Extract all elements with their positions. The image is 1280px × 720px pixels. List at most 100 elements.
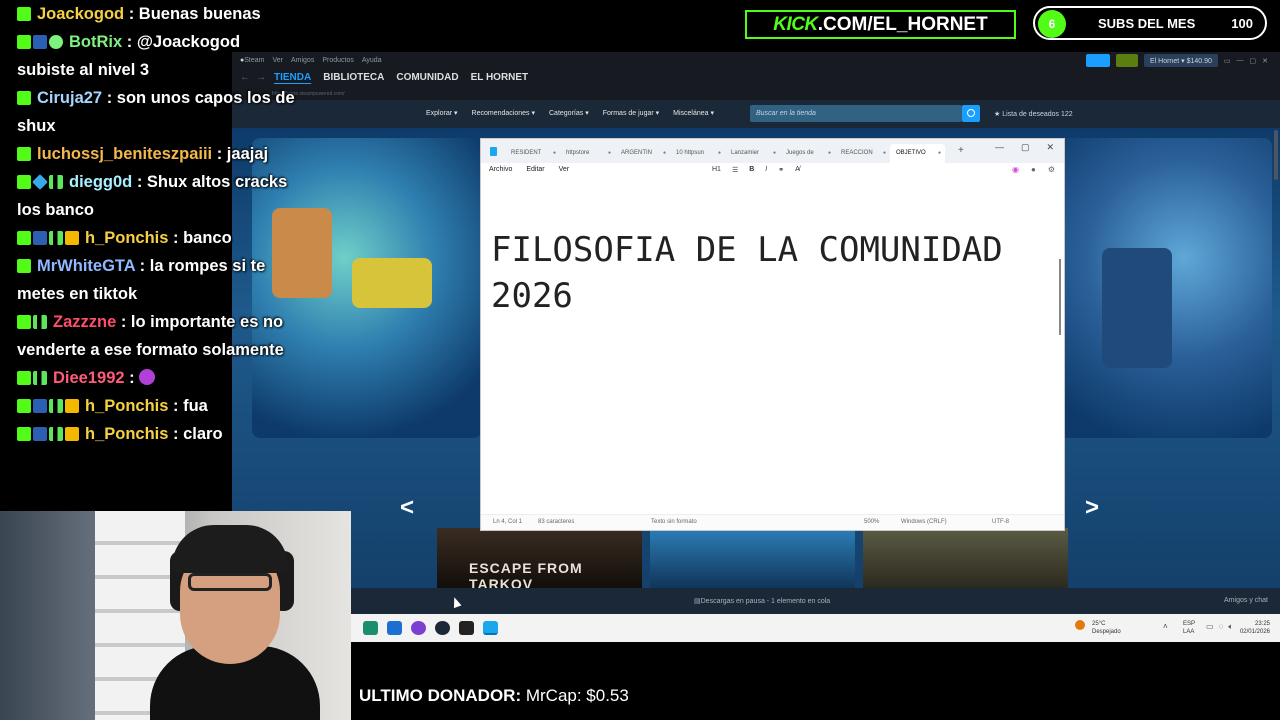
store-menu-explorar[interactable]: Explorar (426, 109, 458, 117)
notification-bell-icon[interactable] (1115, 54, 1138, 67)
network-icon[interactable]: ◌ (1219, 622, 1224, 632)
banner-art-machine (352, 258, 432, 308)
chat-username[interactable]: BotRix (69, 33, 122, 51)
chat-username[interactable]: Zazzzne (53, 313, 116, 331)
chat-username[interactable]: h_Ponchis (85, 397, 168, 415)
chat-badge-crown-icon (65, 231, 79, 245)
minimize-icon[interactable]: — (1237, 57, 1244, 64)
maximize-icon[interactable]: ▢ (1250, 57, 1257, 65)
heading-dropdown[interactable]: H1 (712, 166, 721, 174)
wishlist-link[interactable]: ★ Lista de deseados 122 (994, 110, 1073, 118)
chat-username[interactable]: MrWhiteGTA (37, 257, 135, 275)
language-indicator[interactable]: ESP LAA (1183, 620, 1195, 636)
new-tab-plus-icon[interactable]: + (958, 145, 964, 156)
streamer-glasses (188, 573, 272, 591)
notepad-tab[interactable]: httpstore (560, 144, 615, 163)
chat-badge-kick-icon (17, 147, 31, 161)
discord-icon[interactable] (411, 621, 426, 635)
account-icon[interactable]: ● (1031, 165, 1036, 174)
chat-username[interactable]: h_Ponchis (85, 229, 168, 247)
close-icon[interactable]: ✕ (1046, 142, 1054, 153)
chat-badge-kick-icon (17, 7, 31, 21)
settings-gear-icon[interactable]: ⚙ (1048, 165, 1055, 174)
search-icon[interactable] (962, 105, 980, 122)
chat-username[interactable]: h_Ponchis (85, 425, 168, 443)
close-icon[interactable]: ✕ (1262, 57, 1268, 65)
edge-icon[interactable] (387, 621, 402, 635)
notepad-tab-active[interactable]: OBJETIVO (890, 144, 945, 163)
donor-label: ULTIMO DONADOR: (359, 686, 522, 705)
list-icon[interactable]: ☰ (732, 166, 738, 174)
chat-badge-kick-icon (17, 91, 31, 105)
weather-sun-icon[interactable] (1075, 620, 1085, 630)
friends-chat-button[interactable]: Amigos y chat (1224, 597, 1268, 604)
chat-text: : (124, 369, 140, 387)
chat-username[interactable]: Diee1992 (53, 369, 125, 387)
notepad-taskbar-icon[interactable] (483, 621, 498, 635)
notepad-tab[interactable]: 10 httpsun (670, 144, 725, 163)
menu-editar[interactable]: Editar (526, 166, 544, 173)
notepad-tab[interactable]: REACCION (835, 144, 890, 163)
taskbar-icons (363, 621, 498, 635)
game-tile[interactable] (863, 528, 1068, 588)
steam-user-chip[interactable]: El Hornet ▾ $140.90 (1143, 54, 1218, 67)
maximize-icon[interactable]: ▢ (1021, 142, 1030, 153)
tab-biblioteca[interactable]: BIBLIOTECA (323, 72, 384, 83)
store-search-input[interactable]: Buscar en la tienda (750, 105, 962, 122)
subs-label: SUBS DEL MES (1098, 16, 1196, 31)
notepad-editor[interactable]: FILOSOFIA DE LA COMUNIDAD 2026 (491, 227, 1051, 319)
game-tile[interactable] (650, 528, 855, 588)
chat-message: luchossj_beniteszpaiii : jaajaj (17, 140, 297, 168)
broadcast-icon[interactable] (1085, 54, 1110, 67)
store-menu-recomendaciones[interactable]: Recomendaciones (472, 109, 535, 117)
chat-username[interactable]: diegg0d (69, 173, 132, 191)
italic-icon[interactable]: I (765, 166, 767, 174)
store-menu-categorias[interactable]: Categorías (549, 109, 589, 117)
link-icon[interactable]: ⚭ (778, 166, 784, 174)
steam-tabs: TIENDA BIBLIOTECA COMUNIDAD EL HORNET (274, 72, 528, 83)
chat-username[interactable]: luchossj_beniteszpaiii (37, 145, 212, 163)
chat-message: diegg0d : Shux altos cracks los banco (17, 168, 297, 224)
store-menu-formas-de-jugar[interactable]: Formas de jugar (603, 109, 659, 117)
chat-badge-cube-icon (32, 174, 48, 190)
carousel-next-icon[interactable]: > (1085, 494, 1099, 522)
notepad-scrollbar[interactable] (1059, 259, 1061, 335)
notepad-tab[interactable]: ARGENTIN (615, 144, 670, 163)
tray-chevron-up-icon[interactable]: ˄ (1163, 622, 1168, 631)
game-tile[interactable]: ESCAPE FROM TARKOV (437, 528, 642, 592)
copilot-icon[interactable]: ◉ (1012, 165, 1019, 174)
weather-widget[interactable]: 25°C Despejado (1092, 620, 1121, 636)
bold-icon[interactable]: B (749, 166, 754, 174)
menu-archivo[interactable]: Archivo (489, 166, 512, 173)
status-zoom[interactable]: 500% (864, 519, 879, 525)
store-app-icon[interactable] (363, 621, 378, 635)
display-icon[interactable]: ▭ (1206, 622, 1214, 632)
obs-icon[interactable] (459, 621, 474, 635)
chat-username[interactable]: Joackogod (37, 5, 124, 23)
steam-menu-ayuda[interactable]: Ayuda (362, 57, 382, 64)
volume-icon[interactable]: 🔈︎ (1228, 622, 1233, 632)
steam-scrollbar[interactable] (1274, 130, 1278, 180)
tab-el-hornet[interactable]: EL HORNET (471, 72, 529, 83)
chat-username[interactable]: Ciruja27 (37, 89, 102, 107)
notepad-tab[interactable]: RESIDENT (505, 144, 560, 163)
kick-channel-badge: KICK .COM/EL_HORNET (745, 10, 1016, 39)
chat-badge-bar-icon (49, 231, 63, 245)
steam-icon[interactable] (435, 621, 450, 635)
chat-badge-bar-icon (49, 427, 63, 441)
notepad-tab[interactable]: Lanzamier (725, 144, 780, 163)
notepad-tab[interactable]: Juegos de (780, 144, 835, 163)
steam-menu-productos[interactable]: Productos (322, 57, 354, 64)
carousel-prev-icon[interactable]: < (400, 494, 414, 522)
tab-comunidad[interactable]: COMUNIDAD (396, 72, 458, 83)
minimize-icon[interactable]: — (995, 142, 1004, 153)
downloads-status[interactable]: Descargas en pausa - 1 elemento en cola (694, 597, 831, 605)
store-menu-miscelanea[interactable]: Miscelánea (673, 109, 714, 117)
webcam-feed (0, 511, 351, 720)
clear-format-icon[interactable]: A̸ (795, 166, 800, 174)
taskbar-clock[interactable]: 23:25 02/01/2026 (1240, 620, 1270, 636)
menu-ver[interactable]: Ver (559, 166, 570, 173)
chat-badge-shield-icon (49, 35, 63, 49)
steam-monitor-icon[interactable]: ▭ (1224, 57, 1231, 65)
chat-message: Zazzzne : lo importante es no venderte a… (17, 308, 297, 364)
